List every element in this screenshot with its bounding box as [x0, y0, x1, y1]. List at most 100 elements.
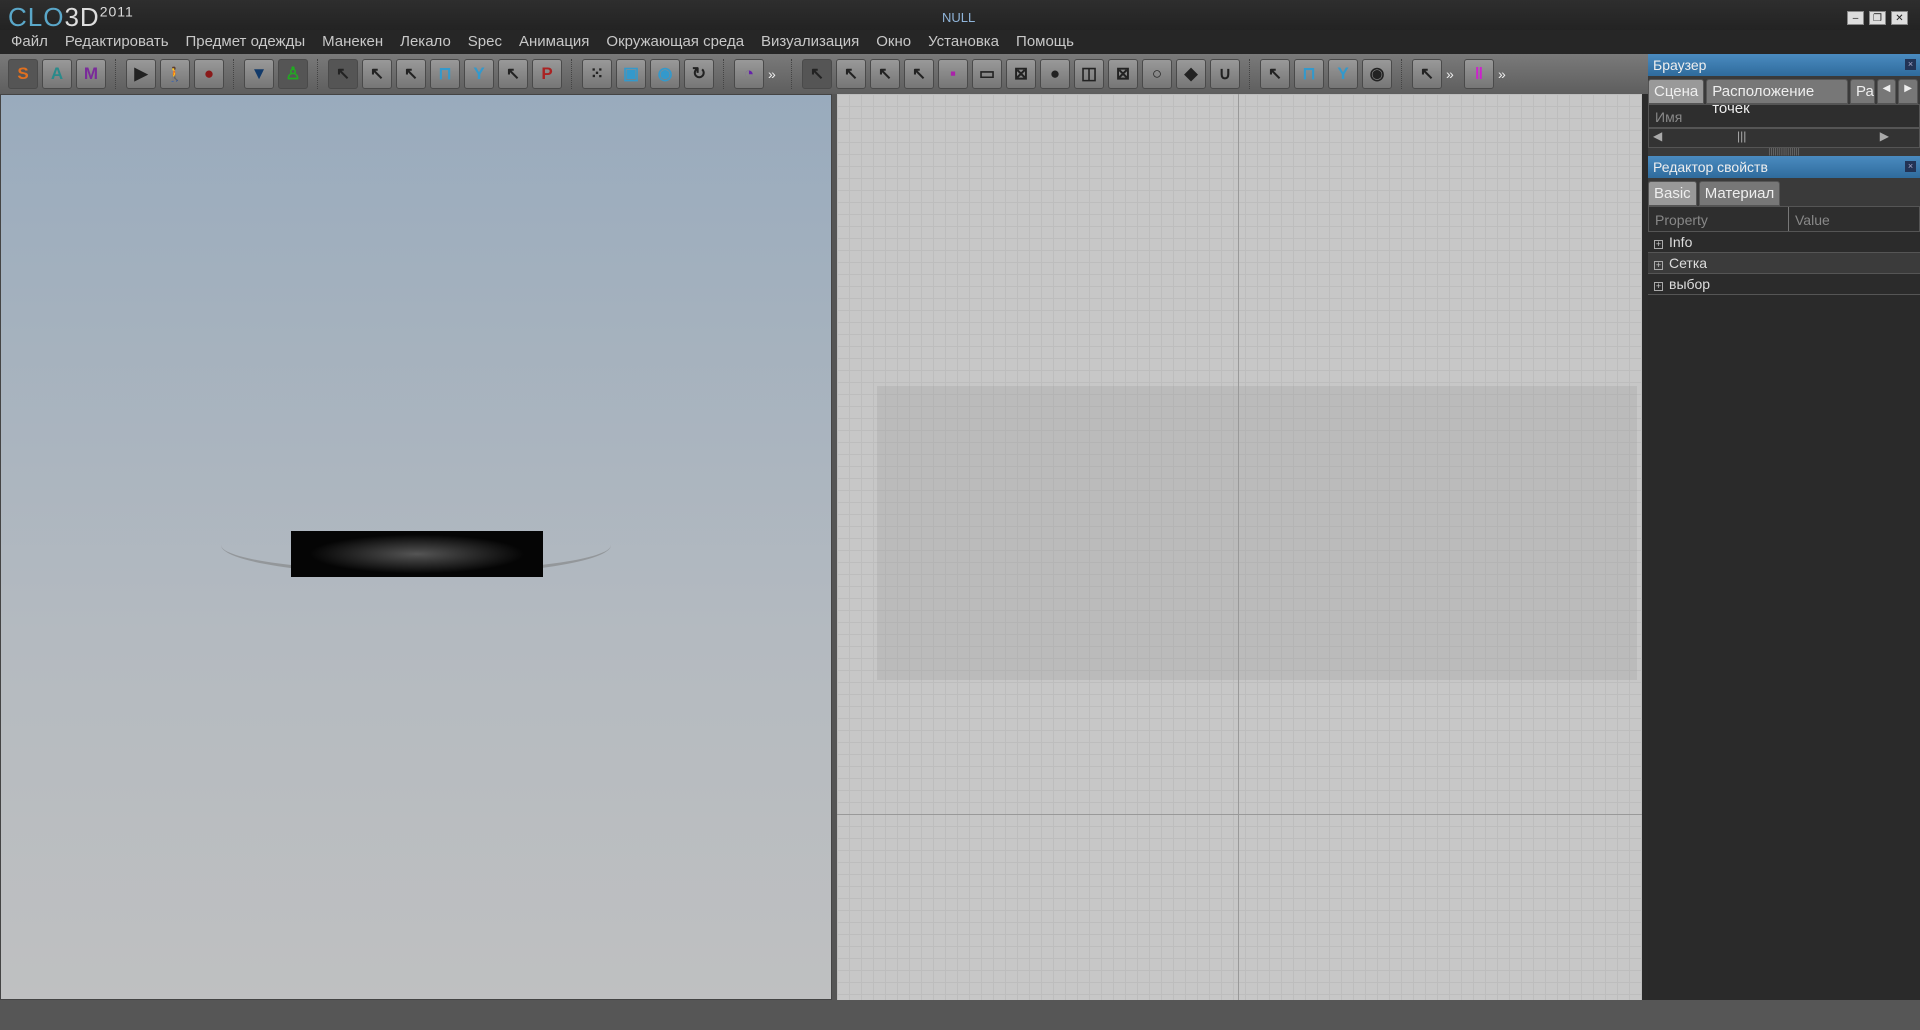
ellipse-icon[interactable]: ●: [1040, 59, 1070, 89]
menu-animation[interactable]: Анимация: [519, 30, 589, 54]
select-garment-icon[interactable]: ↖: [328, 59, 358, 89]
more-tools-icon[interactable]: »: [1446, 66, 1460, 82]
toolbar-separator: [115, 59, 117, 89]
toolbar-separator: [1401, 59, 1403, 89]
tab-next-icon[interactable]: ▶: [1898, 79, 1918, 104]
reset-icon[interactable]: ↻: [684, 59, 714, 89]
browser-tabs: Сцена Расположение точек Ра ◀ ▶: [1648, 76, 1920, 117]
expand-icon[interactable]: +: [1654, 261, 1663, 270]
property-tabs: Basic Материал: [1648, 178, 1920, 206]
right-panel: Браузер × Сцена Расположение точек Ра ◀ ▶…: [1648, 54, 1920, 1000]
grain-line-icon[interactable]: ‖: [1464, 59, 1494, 89]
polygon-icon[interactable]: ▭: [972, 59, 1002, 89]
edit-point-icon[interactable]: ↖: [836, 59, 866, 89]
2d-pattern-viewport[interactable]: [837, 94, 1642, 1000]
internal-polygon-icon[interactable]: ◫: [1074, 59, 1104, 89]
horizontal-scrollbar[interactable]: ◀ ||| ▶: [1648, 128, 1920, 148]
menu-edit[interactable]: Редактировать: [65, 30, 169, 54]
menu-help[interactable]: Помощь: [1016, 30, 1074, 54]
arrange-icon[interactable]: ▣: [616, 59, 646, 89]
more-tools-icon[interactable]: »: [1498, 66, 1512, 82]
menu-settings[interactable]: Установка: [928, 30, 999, 54]
tab-point-arrangement[interactable]: Расположение точек: [1706, 79, 1848, 117]
column-value[interactable]: Value: [1789, 207, 1830, 231]
menu-spec[interactable]: Spec: [468, 30, 502, 54]
expand-icon[interactable]: +: [1654, 240, 1663, 249]
curve-point-icon[interactable]: ↖: [904, 59, 934, 89]
modeling-mode-button[interactable]: M: [76, 59, 106, 89]
menu-garment[interactable]: Предмет одежды: [186, 30, 306, 54]
toolbar-separator: [723, 59, 725, 89]
property-row[interactable]: + Info: [1648, 232, 1920, 253]
dart-icon[interactable]: ∪: [1210, 59, 1240, 89]
menu-file[interactable]: Файл: [11, 30, 48, 54]
close-icon[interactable]: ×: [1905, 161, 1916, 172]
property-header: Property Value: [1648, 206, 1920, 232]
avatar-arrange-icon[interactable]: ◉: [650, 59, 680, 89]
tab-prev-icon[interactable]: ◀: [1876, 79, 1897, 104]
property-label: Info: [1669, 234, 1693, 250]
menu-environment[interactable]: Окружающая среда: [606, 30, 744, 54]
garment-icon[interactable]: ▼: [244, 59, 274, 89]
tab-scene[interactable]: Сцена: [1648, 79, 1705, 104]
menu-window[interactable]: Окно: [876, 30, 911, 54]
property-row[interactable]: + выбор: [1648, 274, 1920, 295]
tab-material[interactable]: Материал: [1698, 181, 1781, 206]
status-bar: [0, 1000, 1920, 1030]
avatar-icon[interactable]: ♙: [278, 59, 308, 89]
3d-viewport[interactable]: [0, 94, 832, 1000]
edit-curve-icon[interactable]: ↖: [870, 59, 900, 89]
expand-icon[interactable]: +: [1654, 282, 1663, 291]
property-editor-title: Редактор свойств: [1653, 159, 1768, 175]
rectangle-icon[interactable]: ⊠: [1006, 59, 1036, 89]
texture-select-icon[interactable]: ↖: [498, 59, 528, 89]
minimize-button[interactable]: –: [1847, 11, 1864, 25]
property-editor-header: Редактор свойств ×: [1648, 156, 1920, 178]
close-icon[interactable]: ×: [1905, 59, 1916, 70]
transform-select-icon[interactable]: ↖: [362, 59, 392, 89]
property-label: Сетка: [1669, 255, 1708, 271]
splitter-grip[interactable]: |||||||||||||||: [1648, 148, 1920, 156]
avatar-silhouette: [877, 386, 1637, 680]
toolbar-separator: [571, 59, 573, 89]
record-button[interactable]: ●: [194, 59, 224, 89]
show-sewing-icon[interactable]: ◉: [1362, 59, 1392, 89]
edit-pattern-icon[interactable]: ↖: [802, 59, 832, 89]
3d-object[interactable]: [291, 531, 543, 577]
walk-icon[interactable]: 🚶: [160, 59, 190, 89]
tab-more[interactable]: Ра: [1849, 79, 1875, 104]
property-row[interactable]: + Сетка: [1648, 253, 1920, 274]
simulation-mode-button[interactable]: S: [8, 59, 38, 89]
points-icon[interactable]: ⁙: [582, 59, 612, 89]
segment-sewing-icon[interactable]: ↖: [1260, 59, 1290, 89]
window-title: NULL: [942, 10, 976, 25]
internal-rectangle-icon[interactable]: ⊠: [1108, 59, 1138, 89]
app-logo: CLO3D2011: [8, 2, 134, 32]
add-point-icon[interactable]: ▪: [938, 59, 968, 89]
more-tools-icon[interactable]: »: [768, 66, 782, 82]
sewing-2d-icon[interactable]: ⊓: [1294, 59, 1324, 89]
free-sewing-2d-icon[interactable]: Y: [1328, 59, 1358, 89]
fold-icon[interactable]: ◔: [734, 59, 764, 89]
column-property[interactable]: Property: [1649, 207, 1789, 231]
restore-button[interactable]: ❐: [1869, 11, 1886, 25]
pin-icon[interactable]: P: [532, 59, 562, 89]
toolbar-separator: [791, 59, 793, 89]
property-list: + Info + Сетка + выбор: [1648, 232, 1920, 295]
texture-edit-icon[interactable]: ↖: [1412, 59, 1442, 89]
tab-basic[interactable]: Basic: [1648, 181, 1697, 206]
internal-circle-icon[interactable]: ○: [1142, 59, 1172, 89]
vertical-axis: [1238, 94, 1239, 1000]
menu-avatar[interactable]: Манекен: [322, 30, 383, 54]
column-name[interactable]: Имя: [1648, 104, 1920, 128]
menu-render[interactable]: Визуализация: [761, 30, 859, 54]
animation-mode-button[interactable]: A: [42, 59, 72, 89]
internal-diamond-icon[interactable]: ◆: [1176, 59, 1206, 89]
play-simulation-button[interactable]: ▶: [126, 59, 156, 89]
select-line-icon[interactable]: ↖: [396, 59, 426, 89]
menu-pattern[interactable]: Лекало: [400, 30, 451, 54]
close-button[interactable]: ✕: [1891, 11, 1908, 25]
sewing-icon[interactable]: ⊓: [430, 59, 460, 89]
free-sewing-icon[interactable]: Y: [464, 59, 494, 89]
browser-header: Браузер ×: [1648, 54, 1920, 76]
